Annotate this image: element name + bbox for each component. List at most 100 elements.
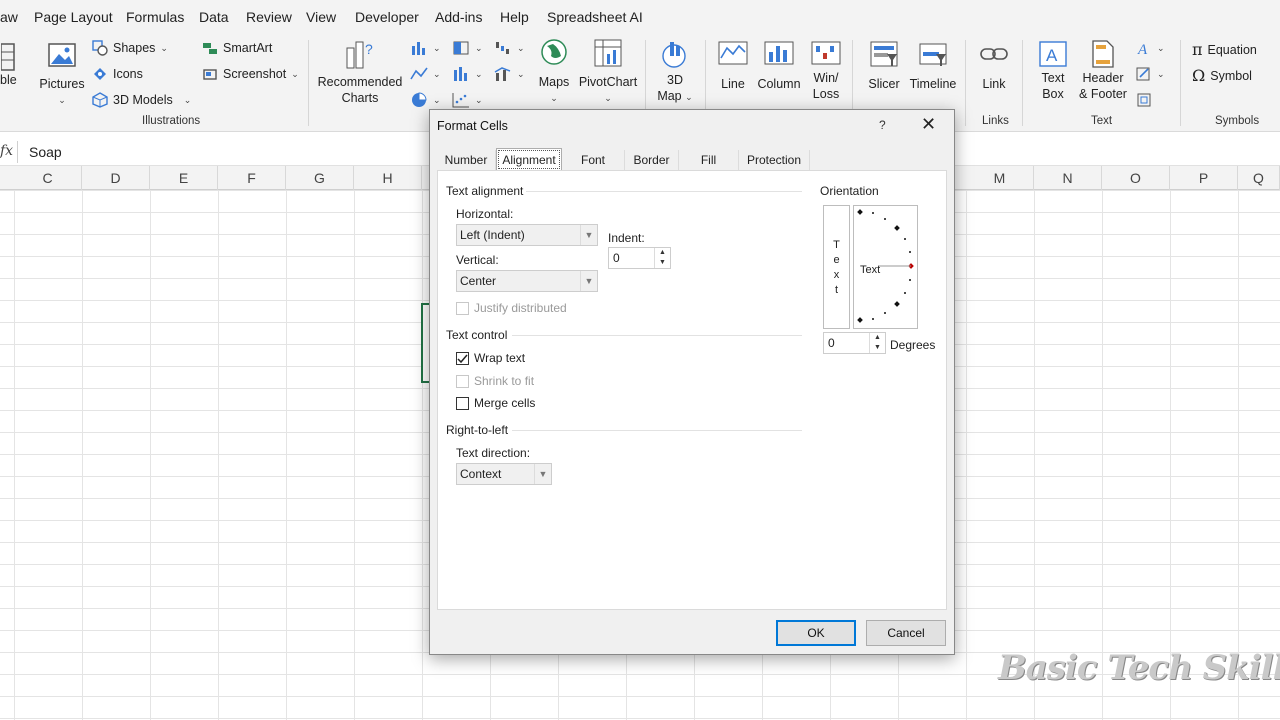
wordart-dropdown[interactable]: A ⌄ [1136, 40, 1165, 56]
text-direction-select[interactable]: Context ▼ [456, 463, 552, 485]
3d-map-button[interactable]: 3D Map ⌄ [651, 38, 699, 105]
ok-button[interactable]: OK [776, 620, 856, 646]
pivotchart-button[interactable]: PivotChart ⌄ [578, 38, 638, 106]
column-header-q[interactable]: Q [1238, 166, 1280, 190]
text-group-label: Text [1091, 115, 1113, 127]
tab-developer[interactable]: Developer [355, 9, 419, 25]
tab-number[interactable]: Number [437, 150, 496, 170]
degrees-stepper[interactable]: 0 ▲ ▼ [823, 332, 886, 354]
pictures-button[interactable]: Pictures ⌄ [38, 40, 86, 108]
tab-help[interactable]: Help [500, 9, 529, 25]
statistic-chart-icon [454, 67, 467, 81]
tab-draw[interactable]: aw [0, 9, 18, 25]
vertical-select[interactable]: Center ▼ [456, 270, 598, 292]
close-icon[interactable]: ✕ [921, 114, 936, 135]
column-header-c[interactable]: C [14, 166, 82, 190]
tab-protection[interactable]: Protection [739, 150, 810, 170]
spin-up-icon[interactable]: ▲ [869, 333, 885, 343]
tab-view[interactable]: View [306, 9, 336, 25]
cancel-button[interactable]: Cancel [866, 620, 946, 646]
combo-chart-dropdown[interactable]: ⌄ [494, 66, 525, 82]
column-header-m[interactable]: M [966, 166, 1034, 190]
table-button[interactable]: ble [0, 42, 17, 88]
icons-icon [94, 68, 106, 80]
object-button[interactable] [1136, 92, 1152, 108]
column-header-e[interactable]: E [150, 166, 218, 190]
tab-spreadsheet-ai[interactable]: Spreadsheet AI [547, 9, 643, 25]
column-header-d[interactable]: D [82, 166, 150, 190]
sparkline-line-button[interactable]: Line [712, 40, 754, 92]
shrink-to-fit-checkbox[interactable]: Shrink to fit [456, 374, 534, 388]
sparkline-winloss-button[interactable]: Win/ Loss [806, 40, 846, 102]
orientation-dial[interactable]: Text [853, 205, 918, 329]
hierarchy-chart-dropdown[interactable]: ⌄ [452, 40, 483, 56]
tab-formulas[interactable]: Formulas [126, 9, 184, 25]
line-chart-icon [410, 67, 428, 80]
tab-font[interactable]: Font [562, 150, 625, 170]
merge-cells-checkbox[interactable]: Merge cells [456, 396, 535, 410]
help-button[interactable]: ? [879, 118, 886, 132]
spin-up-icon[interactable]: ▲ [654, 248, 670, 258]
maps-button[interactable]: Maps ⌄ [534, 38, 574, 106]
tab-border[interactable]: Border [625, 150, 679, 170]
tab-alignment[interactable]: Alignment [496, 148, 562, 171]
equation-label: Equation [1207, 42, 1257, 57]
line-chart-dropdown[interactable]: ⌄ [410, 66, 441, 82]
column-header-h[interactable]: H [354, 166, 422, 190]
tab-add-ins[interactable]: Add-ins [435, 9, 482, 25]
orientation-heading: Orientation [820, 184, 879, 198]
column-header-g[interactable]: G [286, 166, 354, 190]
symbol-button[interactable]: Ω Symbol [1192, 66, 1252, 85]
column-header-n[interactable]: N [1034, 166, 1102, 190]
chevron-down-icon: ⌄ [475, 94, 483, 105]
section-divider [526, 191, 802, 192]
indent-stepper[interactable]: 0 ▲ ▼ [608, 247, 671, 269]
spin-down-icon[interactable]: ▼ [654, 258, 670, 268]
bar-chart-dropdown[interactable]: ⌄ [410, 40, 441, 56]
formula-input[interactable]: Soap [29, 144, 62, 160]
timeline-button[interactable]: Timeline [906, 40, 960, 92]
scatter-chart-dropdown[interactable]: ⌄ [452, 92, 483, 108]
justify-distributed-checkbox[interactable]: Justify distributed [456, 301, 567, 315]
indent-label: Indent: [608, 231, 645, 245]
column-header-f[interactable]: F [218, 166, 286, 190]
wrap-text-checkbox[interactable]: Wrap text [456, 351, 525, 365]
horizontal-select[interactable]: Left (Indent) ▼ [456, 224, 598, 246]
fx-icon[interactable]: fx [0, 143, 13, 159]
tab-review[interactable]: Review [246, 9, 292, 25]
signature-line-dropdown[interactable]: ⌄ [1136, 66, 1165, 82]
tab-fill[interactable]: Fill [679, 150, 739, 170]
header-footer-button[interactable]: Header & Footer [1076, 40, 1130, 102]
shapes-button[interactable]: Shapes ⌄ [92, 40, 168, 56]
sparkline-line-icon [718, 41, 748, 65]
waterfall-chart-dropdown[interactable]: ⌄ [494, 40, 525, 56]
spin-down-icon[interactable]: ▼ [869, 343, 885, 353]
equation-button[interactable]: π Equation [1192, 40, 1257, 59]
link-button[interactable]: Link [976, 40, 1012, 92]
screenshot-button[interactable]: Screenshot ⌄ [202, 66, 299, 82]
smartart-button[interactable]: SmartArt [202, 40, 272, 56]
pie-chart-dropdown[interactable]: ⌄ [410, 92, 441, 108]
wordart-icon: A [1137, 42, 1148, 56]
column-header-p[interactable]: P [1170, 166, 1238, 190]
recommended-charts-button[interactable]: ? Recommended Charts [316, 40, 404, 106]
statistic-chart-dropdown[interactable]: ⌄ [452, 66, 483, 82]
object-icon [1137, 93, 1151, 107]
chevron-down-icon: ⌄ [160, 42, 168, 53]
screenshot-label: Screenshot [223, 67, 287, 81]
chevron-down-icon: ⌄ [1157, 68, 1165, 79]
vertical-text-char: T [833, 239, 840, 251]
3d-models-button[interactable]: 3D Models ⌄ [92, 92, 191, 108]
vertical-text-button[interactable]: T e x t [823, 205, 850, 329]
picture-icon [48, 43, 76, 67]
slicer-button[interactable]: Slicer [862, 40, 906, 92]
tab-data[interactable]: Data [199, 9, 229, 25]
degrees-label: Degrees [890, 338, 936, 352]
chevron-down-icon: ⌄ [517, 42, 525, 53]
sparkline-column-button[interactable]: Column [756, 40, 802, 92]
tab-page-layout[interactable]: Page Layout [34, 9, 113, 25]
recommended-charts-label-2: Charts [341, 91, 379, 105]
icons-button[interactable]: Icons [92, 66, 143, 82]
column-header-o[interactable]: O [1102, 166, 1170, 190]
text-box-button[interactable]: A Text Box [1032, 40, 1074, 102]
